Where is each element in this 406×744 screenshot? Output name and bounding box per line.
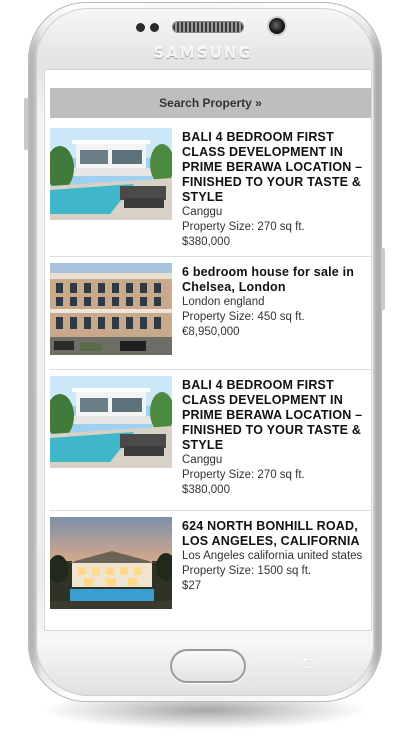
property-list-item[interactable]: BALI 4 BEDROOM FIRST CLASS DEVELOPMENT I… xyxy=(50,122,371,257)
property-image-mansion[interactable] xyxy=(50,517,172,609)
property-title[interactable]: 6 bedroom house for sale in Chelsea, Lon… xyxy=(182,265,363,295)
front-camera-icon xyxy=(269,18,285,34)
speaker-grille xyxy=(173,22,243,32)
property-price: $380,000 xyxy=(182,484,230,496)
property-price: $27 xyxy=(182,580,202,592)
property-list-item[interactable]: 6 bedroom house for sale in Chelsea, Lon… xyxy=(50,257,371,370)
property-size: Property Size: 1500 sq ft. xyxy=(182,565,312,577)
home-button[interactable] xyxy=(170,649,246,683)
property-price: $380,000 xyxy=(182,236,230,248)
property-list: BALI 4 BEDROOM FIRST CLASS DEVELOPMENT I… xyxy=(50,122,371,630)
property-list-item[interactable]: BALI 4 BEDROOM FIRST CLASS DEVELOPMENT I… xyxy=(50,370,371,511)
search-property-button[interactable]: Search Property » xyxy=(50,88,371,118)
power-button xyxy=(381,248,385,310)
property-size: Property Size: 450 sq ft. xyxy=(182,311,305,323)
brand-logo: SAMSUNG xyxy=(153,44,253,62)
property-image-townhouse[interactable] xyxy=(50,263,172,355)
sensor-icon xyxy=(136,23,145,32)
property-list-item[interactable]: 624 NORTH BONHILL ROAD, LOS ANGELES, CAL… xyxy=(50,511,371,630)
property-size: Property Size: 270 sq ft. xyxy=(182,469,305,481)
property-title[interactable]: BALI 4 BEDROOM FIRST CLASS DEVELOPMENT I… xyxy=(182,130,363,205)
property-image-villa[interactable] xyxy=(50,376,172,468)
sensor-icon xyxy=(150,23,159,32)
back-icon[interactable]: ⮌ xyxy=(298,656,318,672)
property-title[interactable]: 624 NORTH BONHILL ROAD, LOS ANGELES, CAL… xyxy=(182,519,363,549)
property-image-villa[interactable] xyxy=(50,128,172,220)
property-location: London england xyxy=(182,296,265,308)
property-price: €8,950,000 xyxy=(182,326,240,338)
volume-button xyxy=(24,98,28,150)
property-size: Property Size: 270 sq ft. xyxy=(182,221,305,233)
recent-apps-icon[interactable]: ▭ xyxy=(98,656,118,672)
property-location: Los Angeles california united states xyxy=(182,550,363,562)
phone-screen: Search Property » BALI 4 BEDROOM FIRST C… xyxy=(45,70,371,630)
property-title[interactable]: BALI 4 BEDROOM FIRST CLASS DEVELOPMENT I… xyxy=(182,378,363,453)
property-location: Canggu xyxy=(182,206,223,218)
property-location: Canggu xyxy=(182,454,223,466)
